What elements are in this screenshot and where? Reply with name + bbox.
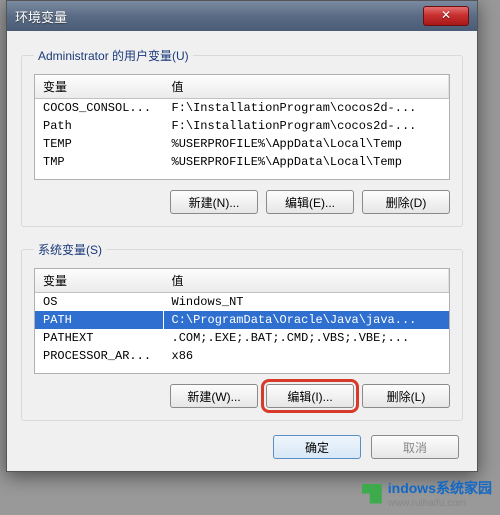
table-row[interactable]: TMP %USERPROFILE%\AppData\Local\Temp xyxy=(35,153,449,171)
system-variables-table-wrap[interactable]: 变量 值 OS Windows_NT PATH C:\ProgramData\O… xyxy=(34,268,450,374)
close-button[interactable]: ✕ xyxy=(423,6,469,26)
cancel-button[interactable]: 取消 xyxy=(371,435,459,459)
sys-delete-button[interactable]: 删除(L) xyxy=(362,384,450,408)
user-variables-group: Administrator 的用户变量(U) 变量 值 COCOS_CONSOL… xyxy=(21,47,463,227)
table-row[interactable]: PROCESSOR_AR... x86 xyxy=(35,347,449,365)
user-group-legend: Administrator 的用户变量(U) xyxy=(34,47,193,64)
sys-new-button[interactable]: 新建(W)... xyxy=(170,384,258,408)
user-edit-button[interactable]: 编辑(E)... xyxy=(266,190,354,214)
column-header-value[interactable]: 值 xyxy=(163,75,449,99)
titlebar[interactable]: 环境变量 ✕ xyxy=(7,1,477,31)
watermark: indows系统家园 www.ruihaifu.com xyxy=(362,478,492,509)
system-variables-group: 系统变量(S) 变量 值 OS Windows_NT xyxy=(21,241,463,421)
dialog-content: Administrator 的用户变量(U) 变量 值 COCOS_CONSOL… xyxy=(7,31,477,471)
table-row[interactable]: TEMP %USERPROFILE%\AppData\Local\Temp xyxy=(35,135,449,153)
sys-edit-button[interactable]: 编辑(I)... xyxy=(266,384,354,408)
user-variables-table: 变量 值 COCOS_CONSOL... F:\InstallationProg… xyxy=(35,75,449,171)
dialog-footer: 确定 取消 xyxy=(21,435,463,459)
table-row[interactable]: OS Windows_NT xyxy=(35,293,449,312)
window-title: 环境变量 xyxy=(15,7,423,26)
column-header-variable[interactable]: 变量 xyxy=(35,269,163,293)
system-variables-table: 变量 值 OS Windows_NT PATH C:\ProgramData\O… xyxy=(35,269,449,365)
table-row[interactable]: PATHEXT .COM;.EXE;.BAT;.CMD;.VBS;.VBE;..… xyxy=(35,329,449,347)
user-buttons-row: 新建(N)... 编辑(E)... 删除(D) xyxy=(34,190,450,214)
env-var-dialog: 环境变量 ✕ Administrator 的用户变量(U) 变量 值 COCOS… xyxy=(6,0,478,472)
sys-group-legend: 系统变量(S) xyxy=(34,241,106,258)
table-row-selected[interactable]: PATH C:\ProgramData\Oracle\Java\java... xyxy=(35,311,449,329)
column-header-variable[interactable]: 变量 xyxy=(35,75,163,99)
user-delete-button[interactable]: 删除(D) xyxy=(362,190,450,214)
user-variables-table-wrap[interactable]: 变量 值 COCOS_CONSOL... F:\InstallationProg… xyxy=(34,74,450,180)
sys-buttons-row: 新建(W)... 编辑(I)... 删除(L) xyxy=(34,384,450,408)
ok-button[interactable]: 确定 xyxy=(273,435,361,459)
user-new-button[interactable]: 新建(N)... xyxy=(170,190,258,214)
watermark-url: www.ruihaifu.com xyxy=(388,498,492,509)
watermark-logo-icon xyxy=(362,484,382,504)
watermark-brand: indows系统家园 xyxy=(388,480,492,496)
column-header-value[interactable]: 值 xyxy=(163,269,449,293)
table-row[interactable]: COCOS_CONSOL... F:\InstallationProgram\c… xyxy=(35,99,449,118)
table-row[interactable]: Path F:\InstallationProgram\cocos2d-... xyxy=(35,117,449,135)
